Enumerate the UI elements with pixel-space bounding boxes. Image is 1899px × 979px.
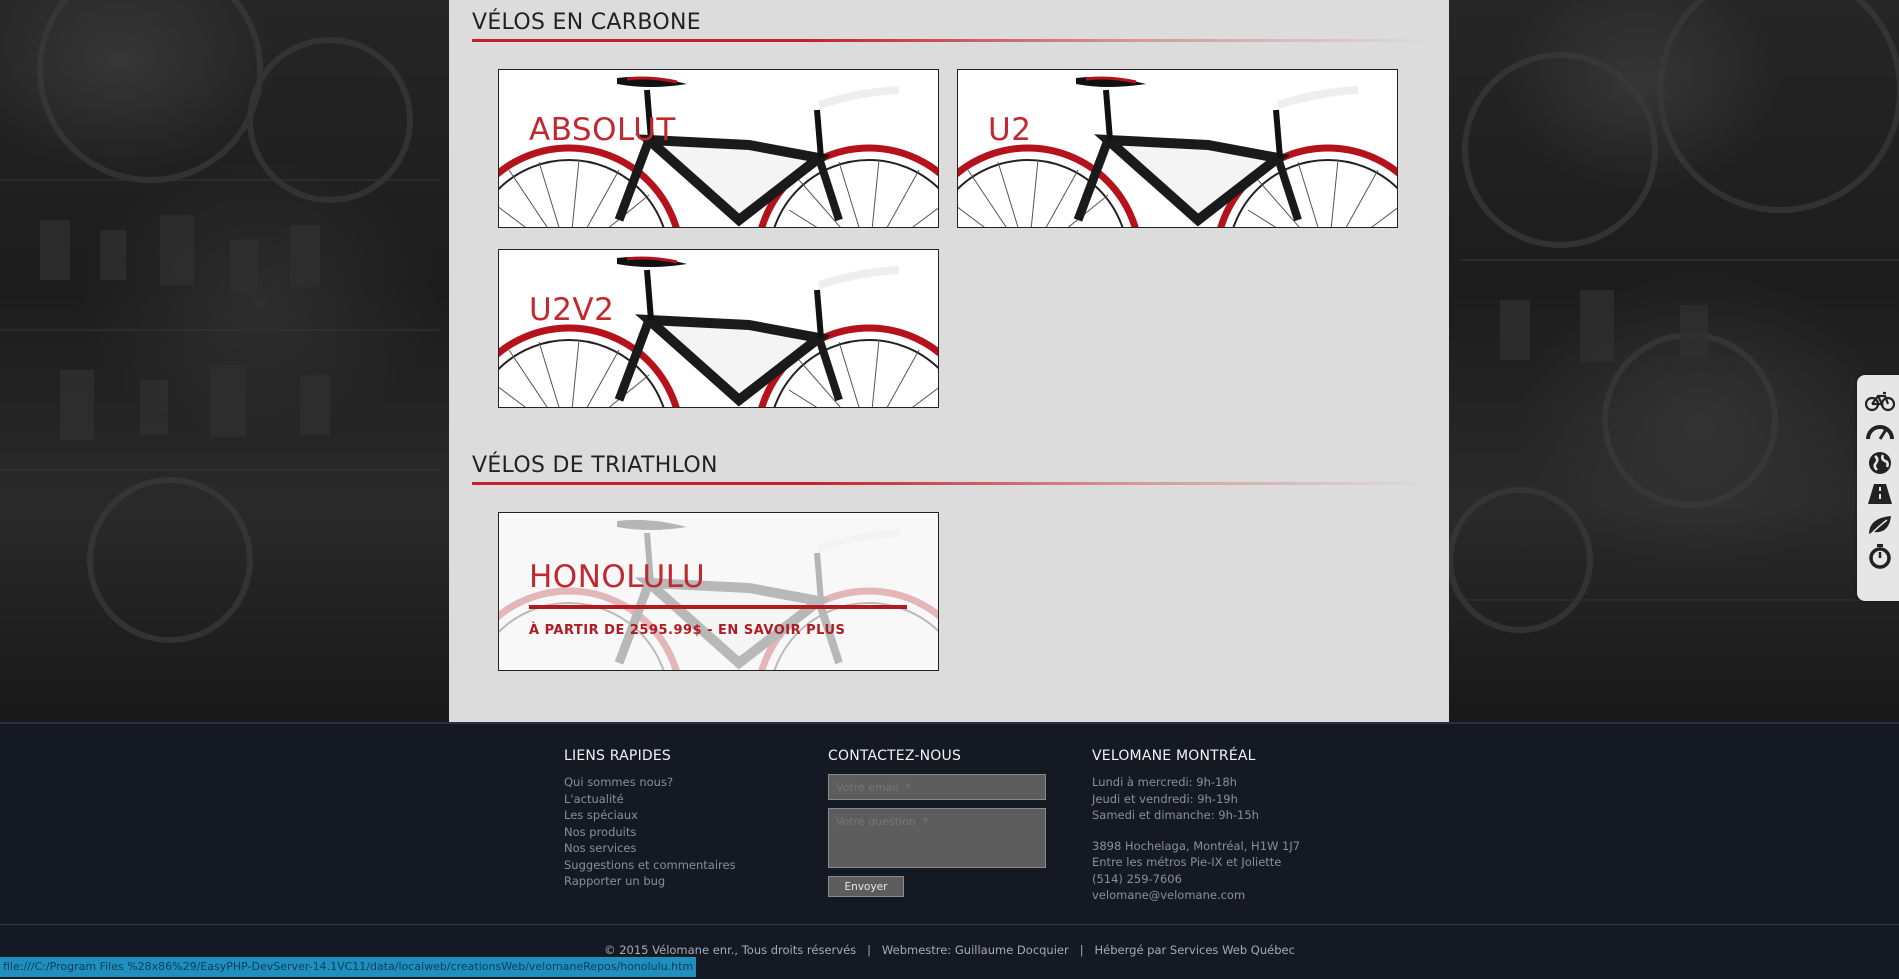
product-card-absolut[interactable]: ABSOLUT [498,69,939,228]
copyright-text: © 2015 Vélomane enr., Tous droits réserv… [604,943,1295,957]
site-footer: LIENS RAPIDES Qui sommes nous? L'actuali… [0,722,1899,979]
footer-link-report-bug[interactable]: Rapporter un bug [564,873,736,890]
footer-link-about[interactable]: Qui sommes nous? [564,774,736,791]
stopwatch-icon[interactable] [1865,543,1895,569]
footer-link-services[interactable]: Nos services [564,840,736,857]
quick-links-heading: LIENS RAPIDES [564,748,672,764]
bike-image [499,256,938,407]
learn-more-link[interactable]: À PARTIR DE 2595.99$ - EN SAVOIR PLUS [529,623,845,638]
store-info-column: VELOMANE MONTRÉAL Lundi à mercredi: 9h-1… [1092,748,1300,904]
product-card-u2[interactable]: U2 [957,69,1398,228]
leaf-icon[interactable] [1865,512,1895,538]
contact-heading: CONTACTEZ-NOUS [828,748,962,764]
email-field[interactable] [828,774,1046,800]
hours-line: Jeudi et vendredi: 9h-19h [1092,791,1238,806]
store-heading: VELOMANE MONTRÉAL [1092,748,1256,764]
send-button[interactable]: Envoyer [828,876,904,897]
hours-line: Lundi à mercredi: 9h-18h [1092,775,1237,789]
bicycle-icon[interactable] [1865,388,1895,414]
product-card-u2v2[interactable]: U2V2 [498,249,939,408]
main-content: VÉLOS EN CARBONE ABSOLUT U2 U2V2 VÉLOS D… [449,0,1449,722]
road-icon[interactable] [1865,481,1895,507]
hours-line: Samedi et dimanche: 9h-15h [1092,808,1259,822]
footer-link-news[interactable]: L'actualité [564,791,736,808]
browser-status-bar: file:///C:/Program Files %28x86%29/EasyP… [0,957,697,977]
section-divider [472,39,1432,42]
address-line: 3898 Hochelaga, Montréal, H1W 1J7 [1092,838,1301,853]
speedometer-icon[interactable] [1865,419,1895,445]
email-link[interactable]: velomane@velomane.com [1092,887,1300,904]
question-field[interactable] [828,808,1046,868]
bike-image [958,76,1397,227]
footer-link-specials[interactable]: Les spéciaux [564,807,736,824]
category-icon-bar [1857,375,1899,601]
product-name: HONOLULU [529,559,706,595]
product-name: U2 [988,112,1032,148]
section-title-triathlon: VÉLOS DE TRIATHLON [472,453,718,478]
phone-number: (514) 259-7606 [1092,871,1182,886]
section-divider [472,482,1432,485]
product-name: ABSOLUT [529,112,676,148]
footer-link-products[interactable]: Nos produits [564,824,736,841]
quick-links-column: LIENS RAPIDES Qui sommes nous? L'actuali… [564,748,736,890]
globe-icon[interactable] [1865,450,1895,476]
bike-image [499,76,938,227]
footer-link-suggestions[interactable]: Suggestions et commentaires [564,857,736,874]
metro-line: Entre les métros Pie-IX et Joliette [1092,855,1282,869]
accent-bar [529,605,907,609]
contact-column: CONTACTEZ-NOUS Envoyer [828,748,1046,897]
footer-divider [0,924,1899,925]
section-title-carbon: VÉLOS EN CARBONE [472,10,701,35]
product-card-honolulu[interactable]: HONOLULU À PARTIR DE 2595.99$ - EN SAVOI… [498,512,939,671]
product-name: U2V2 [529,292,615,328]
